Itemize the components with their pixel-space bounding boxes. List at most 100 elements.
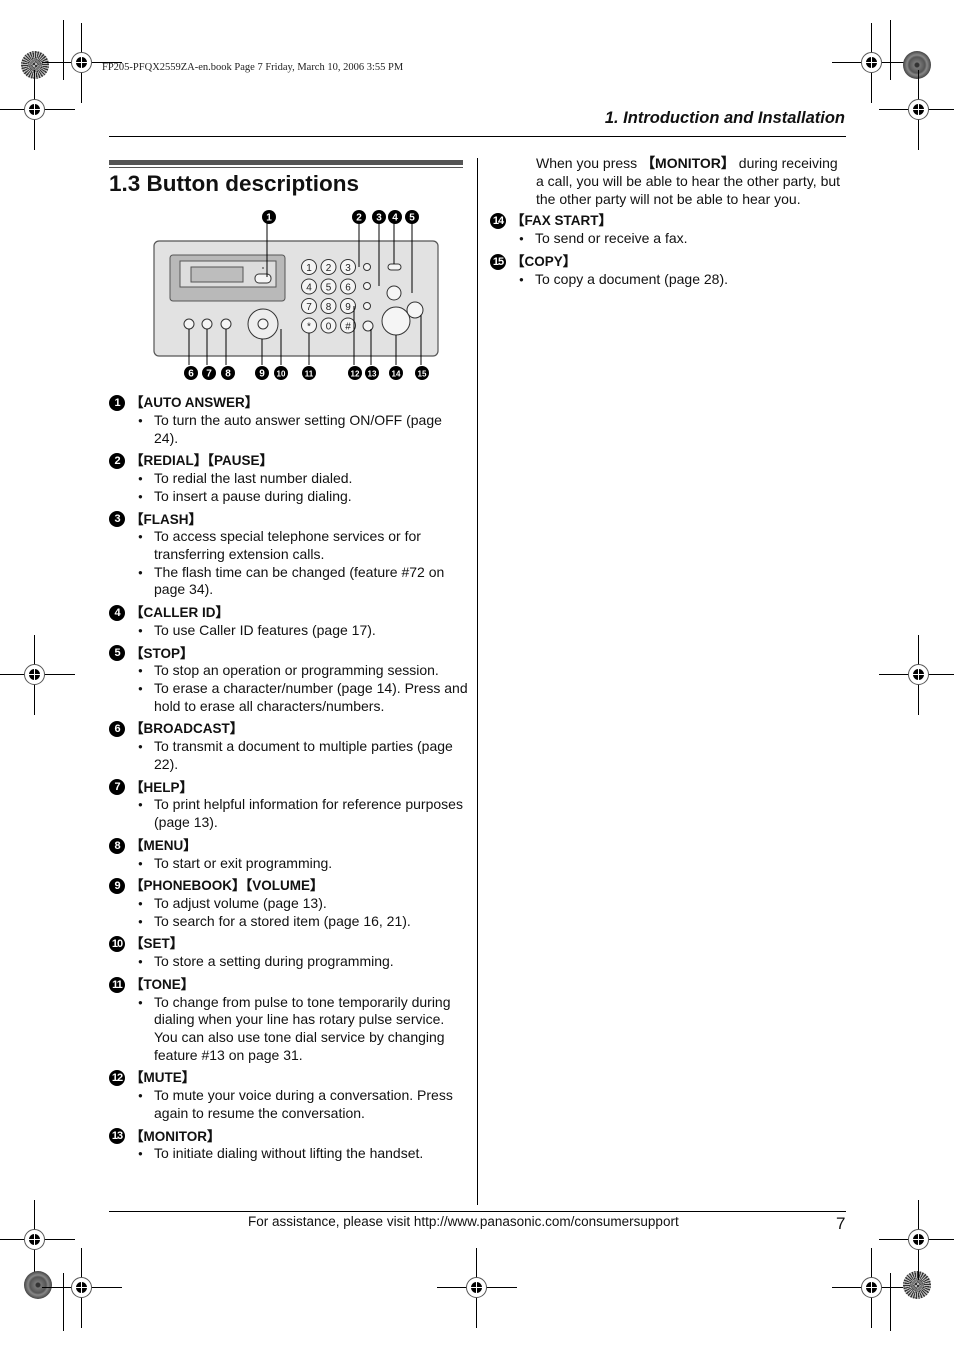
callout-number-label: 10: [277, 370, 286, 379]
callout-number-icon: 11: [109, 976, 125, 993]
item-heading: 12 【MUTE】: [109, 1069, 469, 1087]
registration-mark: [437, 1248, 517, 1328]
button-label: 【CALLER ID】: [130, 604, 229, 620]
button-label: 【PHONEBOOK】【VOLUME】: [130, 878, 324, 894]
bullet-item: To print helpful information for referen…: [138, 796, 469, 831]
button-label: 【TONE】: [130, 977, 195, 993]
button-description-item: 14 【FAX START】To send or receive a fax.: [490, 212, 848, 248]
keypad-key-label: 3: [345, 263, 351, 274]
button-label: 【REDIAL】【PAUSE】: [130, 453, 274, 469]
bullet-list: To adjust volume (page 13).To search for…: [109, 895, 469, 930]
keypad-key-label: 2: [326, 263, 332, 274]
button-label: 【HELP】: [130, 779, 194, 795]
callout-number-icon: 12: [109, 1070, 125, 1087]
item-heading: 14 【FAX START】: [490, 212, 848, 230]
bullet-item: To mute your voice during a conversation…: [138, 1087, 469, 1122]
button-description-item: 11 【TONE】To change from pulse to tone tem…: [109, 976, 469, 1064]
callout-number-icon: 2: [109, 453, 125, 470]
button-label: 【MONITOR】: [130, 1128, 221, 1144]
bullet-item: To initiate dialing without lifting the …: [138, 1145, 469, 1163]
keypad-key-label: 6: [345, 283, 351, 294]
button-description-list: 1 【AUTO ANSWER】To turn the auto answer se…: [109, 394, 469, 1168]
callout-number-icon: 13: [109, 1128, 125, 1145]
bullet-item: To search for a stored item (page 16, 21…: [138, 913, 469, 931]
button-label: 【MENU】: [130, 837, 197, 853]
bullet-item: To start or exit programming.: [138, 855, 469, 873]
item-heading: 10 【SET】: [109, 935, 469, 953]
callout-number-label: 8: [225, 369, 231, 380]
button-label: 【SET】: [130, 936, 184, 952]
callout-number-icon: 10: [109, 936, 125, 953]
button-description-item: 9 【PHONEBOOK】【VOLUME】To adjust volume (pa…: [109, 877, 469, 930]
page-title: 1.3 Button descriptions: [109, 171, 360, 196]
callout-number-icon: 5: [109, 645, 125, 662]
bullet-list: To start or exit programming.: [109, 855, 469, 873]
keypad-key-label: 4: [306, 283, 312, 294]
footer-assistance: For assistance, please visit http://www.…: [248, 1214, 679, 1229]
item-heading: 15 【COPY】: [490, 253, 848, 271]
broadcast-button: [183, 318, 195, 330]
caller-id-button: [387, 263, 402, 271]
callout-number-icon: 7: [109, 779, 125, 796]
button-description-item: 1 【AUTO ANSWER】To turn the auto answer se…: [109, 394, 469, 447]
registration-mark: [879, 70, 954, 150]
column-divider: [477, 158, 478, 1205]
registration-mark: [0, 635, 75, 715]
button-description-item: 10 【SET】To store a setting during program…: [109, 935, 469, 971]
item-heading: 4 【CALLER ID】: [109, 604, 469, 622]
button-description-item: 2 【REDIAL】【PAUSE】To redial the last numbe…: [109, 452, 469, 505]
redial-button: [363, 263, 371, 271]
button-label: 【COPY】: [511, 253, 577, 269]
callout-number-icon: 9: [109, 878, 125, 895]
button-description-item: 6 【BROADCAST】To transmit a document to mu…: [109, 720, 469, 773]
bullet-item: The flash time can be changed (feature #…: [138, 564, 469, 599]
callout-number-label: 4: [392, 213, 398, 224]
button-description-item: 5 【STOP】To stop an operation or programmi…: [109, 644, 469, 715]
auto-answer-button: [254, 273, 272, 284]
callout-number-icon: 14: [490, 213, 506, 229]
callout-number-label: 6: [188, 369, 194, 380]
callout-number-icon: 4: [109, 604, 125, 621]
bullet-list: To redial the last number dialed.To inse…: [109, 470, 469, 505]
bullet-item: To stop an operation or programming sess…: [138, 662, 469, 680]
button-description-item: 8 【MENU】 To start or exit programming.: [109, 837, 469, 873]
callout-number-label: 12: [351, 370, 360, 379]
button-description-item: 4 【CALLER ID】 To use Caller ID features (p…: [109, 604, 469, 640]
stop-button: [386, 285, 402, 301]
menu-button: [220, 318, 232, 330]
button-label: 【MUTE】: [130, 1070, 196, 1086]
registration-mark: [42, 1248, 122, 1328]
bullet-list: To mute your voice during a conversation…: [109, 1087, 469, 1122]
bullet-item: To change from pulse to tone temporarily…: [138, 994, 469, 1064]
page-number: 7: [836, 1214, 846, 1233]
button-description-item: 15 【COPY】 To copy a document (page 28).: [490, 253, 848, 289]
item-heading: 7 【HELP】: [109, 778, 469, 796]
bullet-item: To insert a pause during dialing.: [138, 488, 469, 506]
registration-mark: [0, 70, 75, 150]
bullet-list: To turn the auto answer setting ON/OFF (…: [109, 412, 469, 447]
keypad-key-label: *: [307, 322, 311, 333]
fax-start-button: [381, 306, 411, 336]
bullet-item: To access special telephone services or …: [138, 528, 469, 563]
keypad-key-label: 7: [306, 302, 312, 313]
callout-number-label: 13: [368, 370, 377, 379]
registration-mark: [879, 1200, 954, 1280]
crop-line: [890, 1273, 891, 1331]
callout-number-label: 14: [392, 370, 401, 379]
button-label: 【STOP】: [130, 645, 194, 661]
callout-number-icon: 15: [490, 253, 506, 270]
callout-number-icon: 1: [109, 395, 125, 411]
callout-number-label: 5: [409, 213, 415, 224]
item-heading: 8 【MENU】: [109, 837, 469, 855]
monitor-note: When you press 【MONITOR】 during receivin…: [536, 155, 841, 207]
item-heading: 13 【MONITOR】: [109, 1127, 469, 1145]
bullet-item: To erase a character/number (page 14). P…: [138, 680, 469, 715]
item-heading: 9 【PHONEBOOK】【VOLUME】: [109, 877, 469, 895]
item-heading: 2 【REDIAL】【PAUSE】: [109, 452, 469, 470]
bullet-list: To access special telephone services or …: [109, 528, 469, 598]
keypad-key-label: #: [345, 322, 351, 333]
button-label: 【AUTO ANSWER】: [130, 395, 259, 411]
item-heading: 11 【TONE】: [109, 976, 469, 994]
button-label: 【FLASH】: [130, 511, 202, 527]
callout-number-label: 15: [418, 370, 427, 379]
